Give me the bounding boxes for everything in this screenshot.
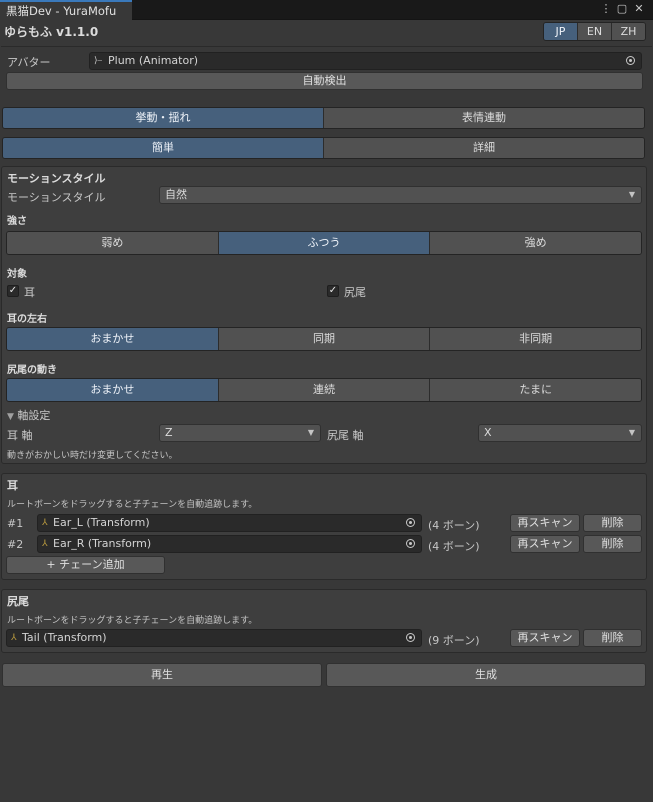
tail-checkbox-label: 尻尾: [344, 286, 366, 299]
object-picker-icon[interactable]: [626, 56, 635, 65]
ears-lr-auto[interactable]: おまかせ: [7, 328, 219, 350]
generate-button[interactable]: 生成: [326, 663, 646, 687]
chain-index: #1: [7, 517, 24, 530]
ears-checkbox-label: 耳: [24, 286, 35, 299]
transform-icon: ⅄: [42, 518, 48, 528]
chain-index: #2: [7, 538, 24, 551]
strength-strong[interactable]: 強め: [430, 232, 641, 254]
chevron-down-icon: ▼: [628, 190, 635, 199]
ear-l-bone-count: (4 ボーン): [428, 519, 480, 532]
motion-style-label: モーションスタイル: [7, 191, 106, 204]
motion-style-box: [1, 166, 647, 464]
lang-jp-button[interactable]: JP: [544, 23, 578, 40]
foldout-arrow-icon: ▼: [7, 412, 14, 422]
transform-icon: ⅄: [11, 633, 17, 643]
tail-axis-value: X: [484, 426, 492, 439]
ear-l-value: Ear_L (Transform): [53, 516, 150, 529]
strength-normal[interactable]: ふつう: [218, 232, 431, 254]
tail-hint: ルートボーンをドラッグすると子チェーンを自動追跡します。: [7, 616, 258, 626]
ear-l-field[interactable]: ⅄ Ear_L (Transform): [37, 514, 422, 532]
axis-hint: 動きがおかしい時だけ変更してください。: [7, 451, 178, 461]
tail-motion-auto[interactable]: おまかせ: [7, 379, 219, 401]
tab-detailed[interactable]: 詳細: [324, 138, 644, 158]
motion-style-value: 自然: [165, 188, 187, 201]
ears-title: 耳: [7, 479, 18, 492]
target-label: 対象: [7, 269, 27, 280]
ears-lr-async[interactable]: 非同期: [430, 328, 641, 350]
strength-selector: 弱め ふつう 強め: [6, 231, 642, 255]
ears-lr-label: 耳の左右: [7, 314, 47, 325]
tail-value: Tail (Transform): [22, 631, 107, 644]
transform-icon: ⅄: [42, 539, 48, 549]
main-tabs: 挙動・揺れ 表情連動: [2, 107, 645, 129]
language-selector: JP EN ZH: [543, 22, 646, 41]
menu-icon[interactable]: ⋮: [599, 2, 613, 16]
object-picker-icon[interactable]: [406, 633, 415, 642]
ears-lr-sync[interactable]: 同期: [218, 328, 431, 350]
tail-axis-dropdown[interactable]: X ▼: [478, 424, 642, 442]
tab-expression[interactable]: 表情連動: [324, 108, 644, 128]
tail-rescan-button[interactable]: 再スキャン: [510, 629, 580, 647]
ears-checkbox[interactable]: ✓: [7, 285, 19, 297]
ear-r-rescan-button[interactable]: 再スキャン: [510, 535, 580, 553]
axis-foldout-label: 軸設定: [17, 409, 51, 422]
auto-detect-button[interactable]: 自動検出: [6, 72, 643, 90]
mode-tabs: 簡単 詳細: [2, 137, 645, 159]
ears-hint: ルートボーンをドラッグすると子チェーンを自動追跡します。: [7, 500, 258, 510]
chevron-down-icon: ▼: [307, 428, 314, 437]
window-title-bar: 黒猫Dev - YuraMofu ⋮ ▢ ✕: [0, 0, 653, 20]
ear-r-field[interactable]: ⅄ Ear_R (Transform): [37, 535, 422, 553]
ear-axis-dropdown[interactable]: Z ▼: [159, 424, 321, 442]
ear-r-bone-count: (4 ボーン): [428, 540, 480, 553]
lang-zh-button[interactable]: ZH: [612, 23, 645, 40]
tail-delete-button[interactable]: 削除: [583, 629, 642, 647]
divider: [1, 46, 652, 47]
tail-motion-selector: おまかせ 連続 たまに: [6, 378, 642, 402]
strength-label: 強さ: [7, 216, 27, 227]
tail-bone-count: (9 ボーン): [428, 634, 480, 647]
tail-motion-continuous[interactable]: 連続: [218, 379, 431, 401]
tail-field[interactable]: ⅄ Tail (Transform): [6, 629, 422, 647]
avatar-value: Plum (Animator): [108, 54, 199, 67]
animator-icon: ⟩⎯: [94, 56, 103, 66]
tail-title: 尻尾: [7, 595, 29, 608]
ear-r-value: Ear_R (Transform): [53, 537, 152, 550]
tab-simple[interactable]: 簡単: [3, 138, 324, 158]
tab-motion[interactable]: 挙動・揺れ: [3, 108, 324, 128]
tail-checkbox[interactable]: ✓: [327, 285, 339, 297]
play-button[interactable]: 再生: [2, 663, 322, 687]
tail-motion-occasional[interactable]: たまに: [430, 379, 641, 401]
add-chain-button[interactable]: + チェーン追加: [6, 556, 165, 574]
chevron-down-icon: ▼: [628, 428, 635, 437]
lang-en-button[interactable]: EN: [578, 23, 612, 40]
ear-axis-label: 耳 軸: [7, 429, 33, 442]
window-tab[interactable]: 黒猫Dev - YuraMofu: [0, 0, 132, 20]
motion-style-dropdown[interactable]: 自然 ▼: [159, 186, 642, 204]
close-icon[interactable]: ✕: [632, 2, 646, 16]
motion-section-title: モーションスタイル: [7, 172, 106, 185]
tail-motion-label: 尻尾の動き: [7, 365, 57, 376]
avatar-field[interactable]: ⟩⎯ Plum (Animator): [89, 52, 642, 70]
avatar-label: アバター: [7, 56, 51, 69]
object-picker-icon[interactable]: [406, 518, 415, 527]
axis-foldout[interactable]: ▼ 軸設定: [7, 407, 50, 423]
app-title: ゆらもふ v1.1.0: [4, 25, 99, 39]
ear-l-rescan-button[interactable]: 再スキャン: [510, 514, 580, 532]
tail-axis-label: 尻尾 軸: [327, 429, 364, 442]
maximize-icon[interactable]: ▢: [615, 2, 629, 16]
ears-lr-selector: おまかせ 同期 非同期: [6, 327, 642, 351]
ear-axis-value: Z: [165, 426, 173, 439]
object-picker-icon[interactable]: [406, 539, 415, 548]
ear-l-delete-button[interactable]: 削除: [583, 514, 642, 532]
strength-weak[interactable]: 弱め: [7, 232, 219, 254]
ear-r-delete-button[interactable]: 削除: [583, 535, 642, 553]
